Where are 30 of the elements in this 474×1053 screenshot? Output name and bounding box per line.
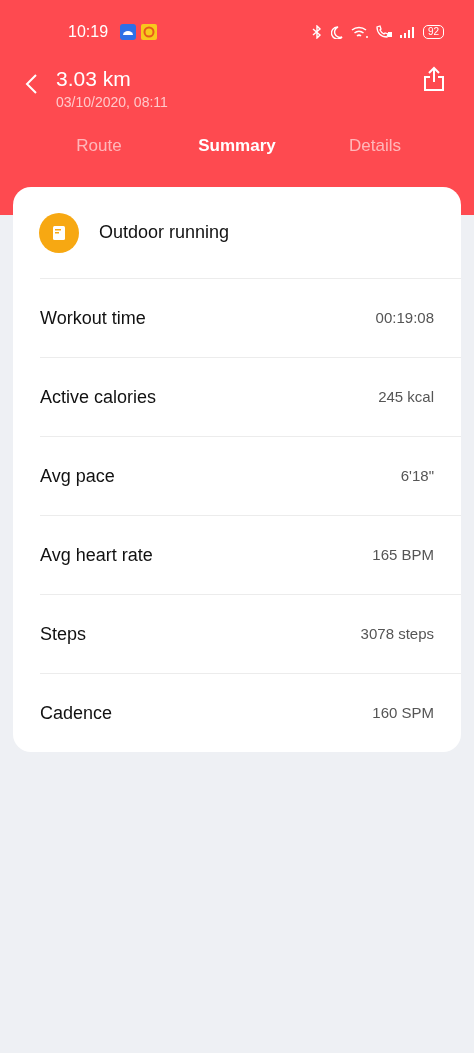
activity-type: Outdoor running xyxy=(99,221,230,244)
distance-title: 3.03 km xyxy=(56,66,131,92)
call-icon xyxy=(374,25,393,39)
stat-label: Avg pace xyxy=(40,464,115,488)
date-time: 03/10/2020, 08:11 xyxy=(56,93,168,112)
stat-label: Active calories xyxy=(40,385,157,409)
stat-label: Avg heart rate xyxy=(40,543,153,567)
tab[interactable]: Summary xyxy=(198,133,276,159)
stat-value: 3078 steps xyxy=(360,623,434,644)
status-time: 10:19 xyxy=(68,22,109,42)
stat-value: 245 kcal xyxy=(378,386,434,407)
stat-value: 165 BPM xyxy=(372,544,434,565)
stat-label: Steps xyxy=(40,622,87,646)
bluetooth-icon xyxy=(310,25,323,39)
battery-level: 92 xyxy=(422,25,444,39)
signal-icon xyxy=(398,25,415,39)
moon-icon xyxy=(330,25,343,39)
app-icon xyxy=(141,24,158,40)
stat-value: 160 SPM xyxy=(372,702,434,723)
app-icon xyxy=(120,24,137,40)
stat-value: 6'18" xyxy=(400,465,434,486)
wifi-icon xyxy=(350,25,369,39)
back-button[interactable] xyxy=(24,72,40,96)
stat-label: Cadence xyxy=(40,701,113,725)
stat-value: 00:19:08 xyxy=(375,307,434,328)
document-icon xyxy=(39,212,79,253)
stat-label: Workout time xyxy=(40,306,146,330)
tab[interactable]: Route xyxy=(76,133,122,159)
share-button[interactable] xyxy=(422,66,446,92)
tab[interactable]: Details xyxy=(349,133,401,159)
